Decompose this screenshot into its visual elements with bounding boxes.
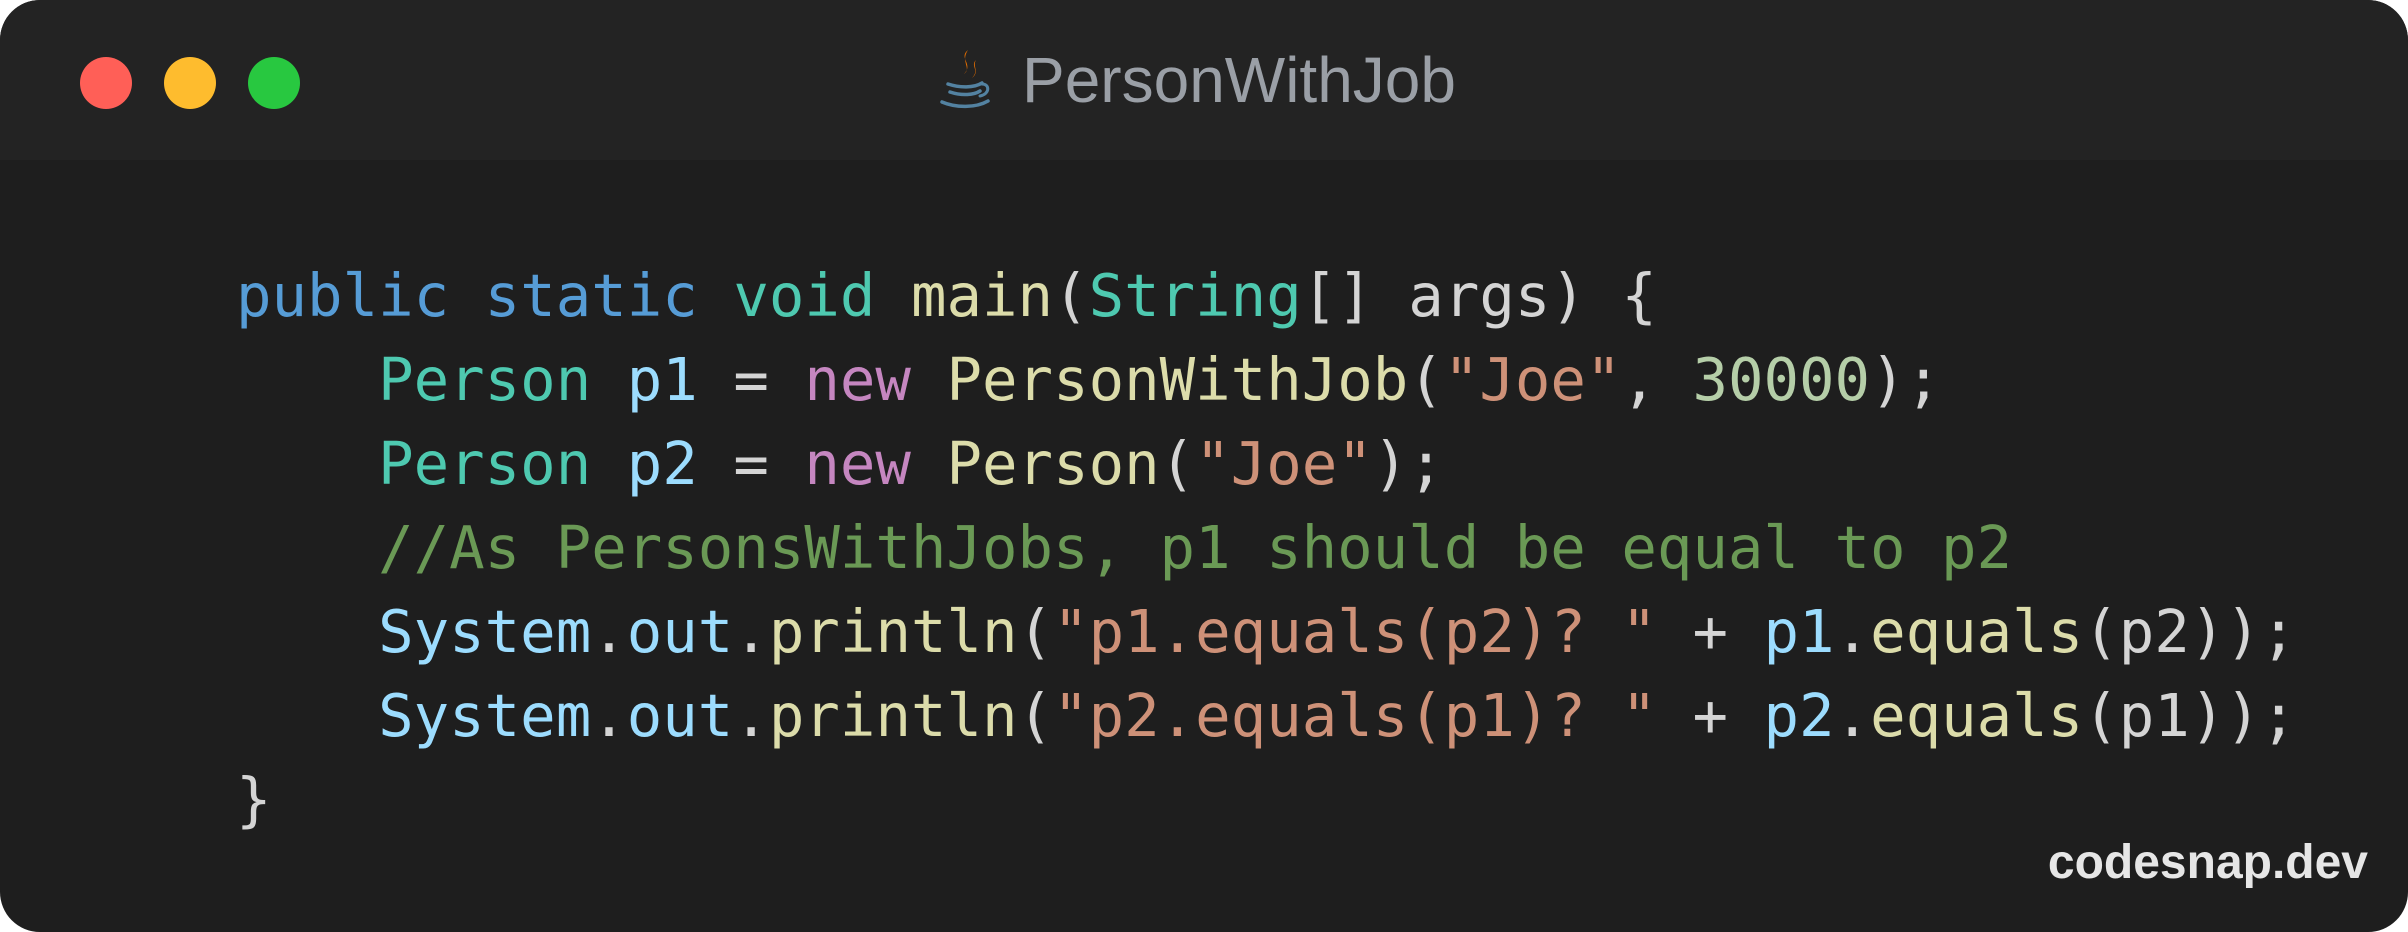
window-title-group: PersonWithJob xyxy=(0,0,2408,160)
code-token-string: "p2.equals(p1)? " xyxy=(1053,681,1657,750)
code-token-var: p1 xyxy=(626,345,698,414)
code-token-type: void xyxy=(733,261,876,330)
code-token-plain: = xyxy=(697,345,805,414)
code-token-plain: ( xyxy=(1053,261,1089,330)
code-token-type: Person xyxy=(378,429,592,498)
code-line: //As PersonsWithJobs, p1 should be equal… xyxy=(236,506,2296,590)
code-token-plain: + xyxy=(1656,681,1764,750)
java-coffee-cup-icon xyxy=(940,50,990,109)
code-token-plain: = xyxy=(697,429,805,498)
code-token-plain: . xyxy=(591,597,627,666)
code-token-plain: } xyxy=(236,765,272,834)
code-token-new: new xyxy=(804,345,911,414)
code-token-plain: . xyxy=(733,597,769,666)
code-token-plain: . xyxy=(1834,681,1871,750)
watermark: codesnap.dev xyxy=(2047,836,2368,889)
code-line: Person p2 = new Person("Joe"); xyxy=(236,422,2296,506)
code-token-var: out xyxy=(626,597,734,666)
code-token-plain: ( xyxy=(1408,345,1444,414)
code-token-var: p2 xyxy=(626,429,698,498)
code-line: } xyxy=(236,758,2296,842)
code-token-plain: , xyxy=(1621,345,1693,414)
code-token-number: 30000 xyxy=(1692,345,1871,414)
code-token-var: System xyxy=(378,597,592,666)
code-token-plain: (p1)); xyxy=(2083,681,2297,750)
code-token-plain: (p2)); xyxy=(2083,597,2297,666)
code-block: public static void main(String[] args) {… xyxy=(236,254,2296,842)
code-token-new: new xyxy=(804,429,911,498)
code-token-string: "Joe" xyxy=(1195,429,1373,498)
code-line: System.out.println("p1.equals(p2)? " + p… xyxy=(236,590,2296,674)
code-token-string: "p1.equals(p2)? " xyxy=(1053,597,1657,666)
code-token-keyword: public xyxy=(236,261,450,330)
code-token-plain: ( xyxy=(1017,597,1054,666)
code-token-func: main xyxy=(910,261,1054,330)
code-token-type: String xyxy=(1088,261,1302,330)
code-snippet-window: PersonWithJob public static void main(St… xyxy=(0,0,2408,932)
code-token-plain: ( xyxy=(1159,429,1196,498)
code-token-string: "Joe" xyxy=(1443,345,1622,414)
code-token-var: p1 xyxy=(1763,597,1835,666)
code-line: Person p1 = new PersonWithJob("Joe", 300… xyxy=(236,338,2296,422)
code-line: System.out.println("p2.equals(p1)? " + p… xyxy=(236,674,2296,758)
code-token-plain: ); xyxy=(1372,429,1444,498)
code-token-func: println xyxy=(768,681,1018,750)
code-token-var: p2 xyxy=(1763,681,1835,750)
code-token-plain: + xyxy=(1656,597,1764,666)
code-token-plain: ); xyxy=(1870,345,1942,414)
code-token-plain: . xyxy=(591,681,627,750)
code-token-func: PersonWithJob xyxy=(946,345,1409,414)
code-token-comment: //As PersonsWithJobs, p1 should be equal… xyxy=(378,513,2013,582)
code-token-func: println xyxy=(768,597,1018,666)
title-bar: PersonWithJob xyxy=(0,0,2408,160)
code-token-var: System xyxy=(378,681,592,750)
code-token-plain: . xyxy=(1834,597,1871,666)
code-token-plain: ( xyxy=(1017,681,1054,750)
code-token-plain: . xyxy=(733,681,769,750)
code-token-func: equals xyxy=(1870,597,2084,666)
code-token-var: out xyxy=(626,681,734,750)
code-token-func: Person xyxy=(946,429,1160,498)
code-token-func: equals xyxy=(1870,681,2084,750)
code-token-keyword: static xyxy=(484,261,698,330)
code-token-plain: [] args) { xyxy=(1301,261,1657,330)
window-title: PersonWithJob xyxy=(1022,44,1456,116)
code-line: public static void main(String[] args) { xyxy=(236,254,2296,338)
code-token-type: Person xyxy=(378,345,592,414)
